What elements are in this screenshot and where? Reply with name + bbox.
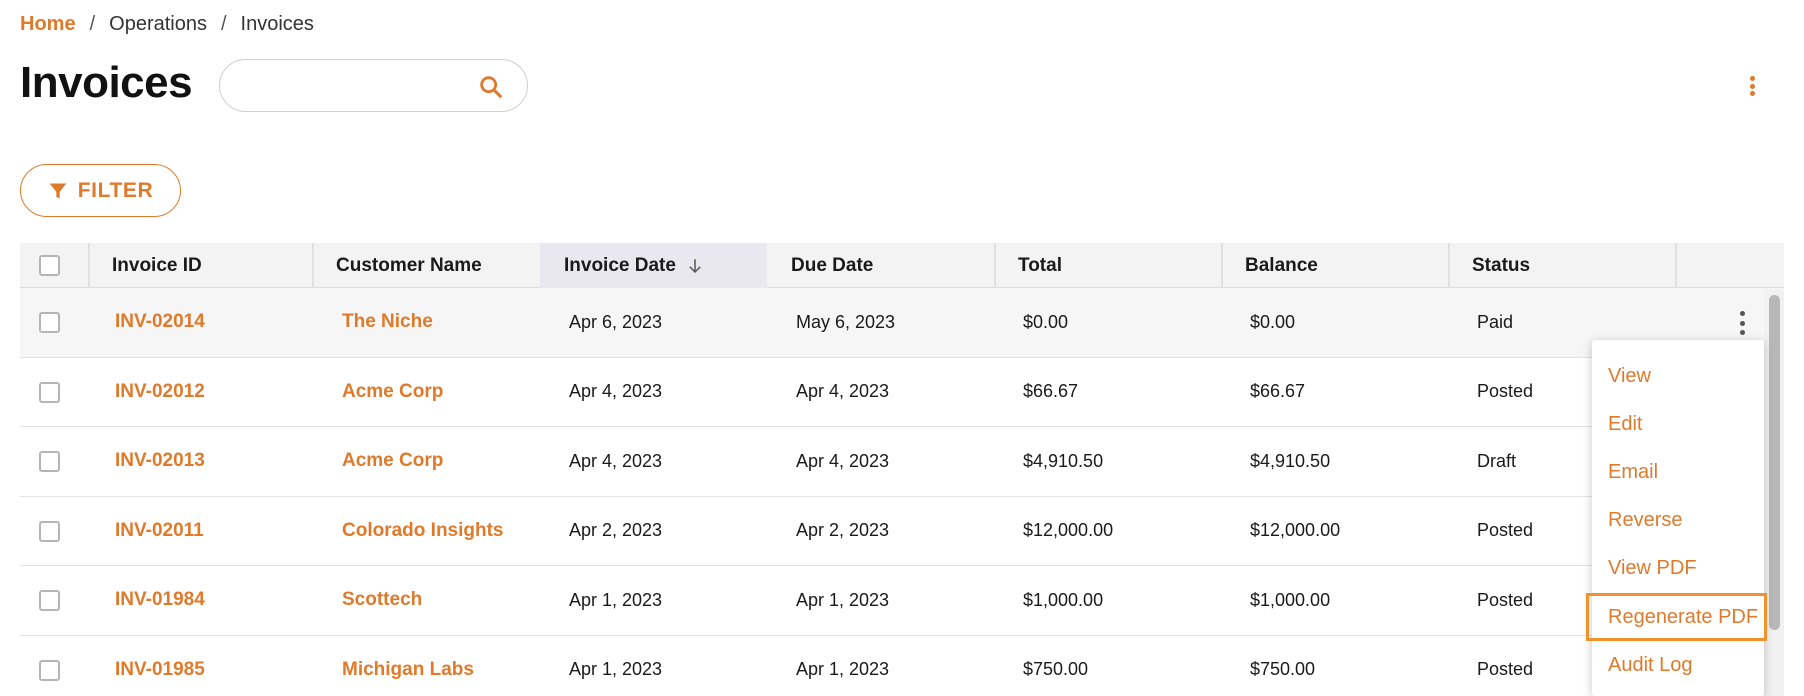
row-checkbox[interactable] — [39, 520, 60, 542]
status-cell: Paid — [1477, 311, 1514, 332]
total-cell: $66.67 — [1023, 381, 1079, 402]
page-more-menu-icon[interactable] — [1740, 70, 1764, 102]
balance-cell: $750.00 — [1250, 659, 1316, 680]
balance-cell: $66.67 — [1250, 381, 1306, 402]
search-box[interactable] — [219, 59, 528, 112]
column-header-customer-name[interactable]: Customer Name — [312, 243, 539, 288]
customer-name-link[interactable]: Scottech — [342, 566, 422, 635]
invoice-date-cell: Apr 4, 2023 — [569, 450, 663, 471]
breadcrumb: Home / Operations / Invoices — [20, 13, 314, 36]
column-header-total[interactable]: Total — [994, 243, 1221, 288]
invoice-id-link[interactable]: INV-02012 — [115, 358, 205, 427]
invoice-id-link[interactable]: INV-01984 — [115, 566, 205, 635]
row-checkbox[interactable] — [39, 590, 60, 611]
invoice-id-link[interactable]: INV-02013 — [115, 427, 205, 496]
menu-item-edit[interactable]: Edit — [1592, 400, 1764, 448]
row-checkbox[interactable] — [39, 451, 60, 472]
status-cell: Posted — [1477, 381, 1534, 402]
row-checkbox[interactable] — [39, 312, 60, 333]
filter-icon — [49, 183, 67, 198]
invoice-date-cell: Apr 2, 2023 — [569, 520, 663, 541]
menu-item-view[interactable]: View — [1592, 352, 1764, 400]
search-input[interactable] — [240, 70, 470, 102]
filter-button-label: FILTER — [77, 178, 154, 202]
breadcrumb-separator: / — [89, 13, 96, 35]
page-title: Invoices — [20, 58, 193, 107]
balance-cell: $12,000.00 — [1250, 520, 1341, 541]
table-scrollbar[interactable] — [1764, 289, 1784, 696]
due-date-cell: Apr 2, 2023 — [796, 520, 890, 541]
select-all-checkbox[interactable] — [39, 255, 60, 276]
breadcrumb-item-invoices: Invoices — [240, 13, 314, 35]
balance-cell: $4,910.50 — [1250, 450, 1331, 471]
status-cell: Draft — [1477, 450, 1517, 471]
customer-name-link[interactable]: Colorado Insights — [342, 497, 504, 566]
menu-item-reverse[interactable]: Reverse — [1592, 497, 1764, 545]
invoice-date-cell: Apr 4, 2023 — [569, 381, 663, 402]
status-cell: Posted — [1477, 659, 1534, 680]
column-header-invoice-date[interactable]: Invoice Date — [540, 243, 767, 288]
due-date-cell: Apr 4, 2023 — [796, 450, 890, 471]
invoice-date-cell: Apr 6, 2023 — [569, 311, 663, 332]
column-header-due-date[interactable]: Due Date — [767, 243, 994, 288]
scrollbar-thumb[interactable] — [1769, 295, 1780, 630]
table-row[interactable]: INV-01984 Scottech Apr 1, 2023 Apr 1, 20… — [20, 566, 1784, 636]
status-cell: Posted — [1477, 589, 1534, 610]
due-date-cell: May 6, 2023 — [796, 311, 896, 332]
column-header-invoice-id[interactable]: Invoice ID — [88, 243, 312, 288]
invoices-table: Invoice ID Customer Name Invoice Date Du… — [20, 243, 1784, 696]
menu-item-email[interactable]: Email — [1592, 448, 1764, 496]
total-cell: $1,000.00 — [1023, 589, 1104, 610]
customer-name-link[interactable]: Acme Corp — [342, 427, 443, 496]
customer-name-link[interactable]: The Niche — [342, 288, 433, 357]
row-checkbox[interactable] — [39, 659, 60, 681]
customer-name-link[interactable]: Acme Corp — [342, 358, 443, 427]
column-header-balance[interactable]: Balance — [1221, 243, 1448, 288]
menu-item-audit-log[interactable]: Audit Log — [1592, 641, 1764, 689]
table-row[interactable]: INV-01985 Michigan Labs Apr 1, 2023 Apr … — [20, 635, 1784, 696]
invoice-id-link[interactable]: INV-02014 — [115, 288, 205, 357]
invoice-date-cell: Apr 1, 2023 — [569, 589, 663, 610]
total-cell: $750.00 — [1023, 659, 1089, 680]
breadcrumb-item-operations[interactable]: Operations — [109, 13, 207, 36]
filter-button[interactable]: FILTER — [20, 164, 181, 217]
row-checkbox[interactable] — [39, 381, 60, 403]
invoice-id-link[interactable]: INV-02011 — [115, 497, 204, 566]
invoice-id-link[interactable]: INV-01985 — [115, 636, 205, 696]
row-actions-menu: View Edit Email Reverse View PDF Regener… — [1586, 340, 1767, 696]
invoice-date-cell: Apr 1, 2023 — [569, 659, 663, 680]
table-row[interactable]: INV-02011 Colorado Insights Apr 2, 2023 … — [20, 496, 1784, 566]
customer-name-link[interactable]: Michigan Labs — [342, 636, 474, 696]
column-header-status[interactable]: Status — [1448, 243, 1675, 288]
menu-item-regenerate-pdf[interactable]: Regenerate PDF — [1586, 592, 1767, 642]
due-date-cell: Apr 1, 2023 — [796, 659, 890, 680]
table-header: Invoice ID Customer Name Invoice Date Du… — [20, 243, 1784, 288]
total-cell: $4,910.50 — [1023, 450, 1104, 471]
total-cell: $12,000.00 — [1023, 520, 1114, 541]
row-more-menu-icon[interactable] — [1730, 308, 1754, 338]
balance-cell: $1,000.00 — [1250, 589, 1331, 610]
search-icon[interactable] — [477, 73, 505, 101]
breadcrumb-separator: / — [220, 13, 227, 35]
table-row[interactable]: INV-02013 Acme Corp Apr 4, 2023 Apr 4, 2… — [20, 427, 1784, 497]
status-cell: Posted — [1477, 520, 1534, 541]
due-date-cell: Apr 4, 2023 — [796, 381, 890, 402]
breadcrumb-home-link[interactable]: Home — [20, 13, 76, 36]
due-date-cell: Apr 1, 2023 — [796, 589, 890, 610]
total-cell: $0.00 — [1023, 311, 1069, 332]
sort-descending-icon — [689, 258, 701, 273]
menu-item-view-pdf[interactable]: View PDF — [1592, 545, 1764, 593]
balance-cell: $0.00 — [1250, 311, 1296, 332]
table-row[interactable]: INV-02012 Acme Corp Apr 4, 2023 Apr 4, 2… — [20, 357, 1784, 427]
table-row[interactable]: INV-02014 The Niche Apr 6, 2023 May 6, 2… — [20, 288, 1784, 358]
